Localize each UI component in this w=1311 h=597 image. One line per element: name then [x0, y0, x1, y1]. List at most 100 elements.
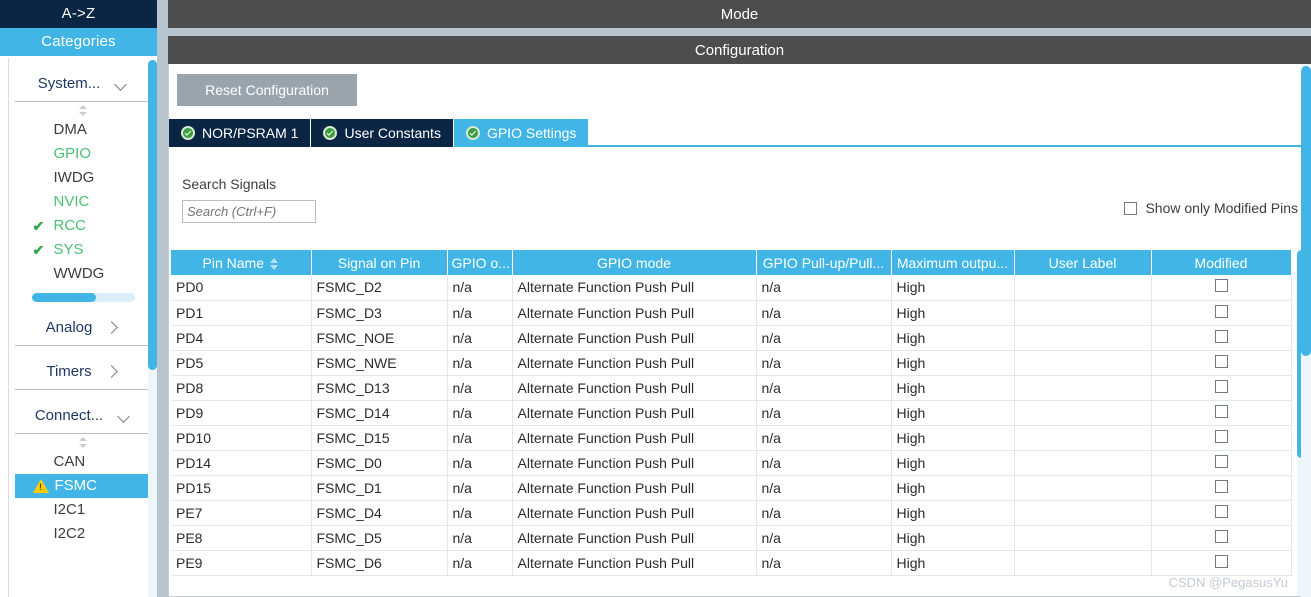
table-row[interactable]: PE8 FSMC_D5 n/a Alternate Function Push Pul…: [171, 525, 1292, 551]
sidebar-tab-categories[interactable]: Categories: [0, 28, 157, 56]
cell-user-label[interactable]: [1014, 400, 1152, 426]
cell-gpio-mode[interactable]: Alternate Function Push Pull: [512, 375, 757, 401]
cell-gpio-output-level[interactable]: n/a: [447, 350, 513, 376]
cell-pin-name[interactable]: PE7: [171, 500, 312, 526]
cell-modified[interactable]: [1151, 450, 1292, 476]
column-header-modified[interactable]: Modified: [1151, 250, 1292, 275]
cell-max-output-speed[interactable]: High: [891, 425, 1015, 451]
cell-gpio-mode[interactable]: Alternate Function Push Pull: [512, 325, 757, 351]
cell-signal-on-pin[interactable]: FSMC_D13: [311, 375, 448, 401]
cell-gpio-mode[interactable]: Alternate Function Push Pull: [512, 550, 757, 576]
sidebar-item-i2c1[interactable]: ✔ I2C1: [15, 498, 152, 522]
modified-checkbox[interactable]: [1214, 554, 1228, 568]
cell-gpio-pull[interactable]: n/a: [756, 300, 892, 326]
cell-max-output-speed[interactable]: High: [891, 500, 1015, 526]
tab-nor-psram-1[interactable]: NOR/PSRAM 1: [169, 119, 312, 147]
table-row[interactable]: PD14 FSMC_D0 n/a Alternate Function Push Pu…: [171, 450, 1292, 476]
cell-gpio-pull[interactable]: n/a: [756, 500, 892, 526]
checkbox-box[interactable]: [1124, 201, 1138, 215]
cell-pin-name[interactable]: PD8: [171, 375, 312, 401]
table-row[interactable]: PD0 FSMC_D2 n/a Alternate Function Push Pul…: [171, 275, 1292, 301]
sidebar-item-dma[interactable]: ✔ DMA: [15, 118, 152, 142]
cell-user-label[interactable]: [1014, 475, 1152, 501]
table-row[interactable]: PD1 FSMC_D3 n/a Alternate Function Push Pul…: [171, 300, 1292, 326]
scrollbar-thumb[interactable]: [148, 60, 157, 370]
cell-user-label[interactable]: [1014, 525, 1152, 551]
cell-pin-name[interactable]: PD15: [171, 475, 312, 501]
cell-modified[interactable]: [1151, 300, 1292, 326]
modified-checkbox[interactable]: [1214, 354, 1228, 368]
cell-modified[interactable]: [1151, 425, 1292, 451]
scrollbar-thumb[interactable]: [31, 293, 96, 302]
cell-user-label[interactable]: [1014, 350, 1152, 376]
cell-gpio-pull[interactable]: n/a: [756, 400, 892, 426]
cell-pin-name[interactable]: PD10: [171, 425, 312, 451]
cell-modified[interactable]: [1151, 475, 1292, 501]
cell-gpio-pull[interactable]: n/a: [756, 525, 892, 551]
modified-checkbox[interactable]: [1214, 329, 1228, 343]
scrollbar-thumb[interactable]: [1301, 66, 1311, 356]
column-header-user-label[interactable]: User Label: [1014, 250, 1152, 275]
cell-gpio-pull[interactable]: n/a: [756, 375, 892, 401]
cell-gpio-mode[interactable]: Alternate Function Push Pull: [512, 300, 757, 326]
modified-checkbox[interactable]: [1214, 429, 1228, 443]
sidebar-item-iwdg[interactable]: ✔ IWDG: [15, 166, 152, 190]
cell-modified[interactable]: [1151, 550, 1292, 576]
sidebar-group-header-analog[interactable]: Analog: [14, 314, 152, 346]
tab-user-constants[interactable]: User Constants: [311, 119, 454, 147]
cell-max-output-speed[interactable]: High: [891, 375, 1015, 401]
show-only-modified-pins-checkbox[interactable]: Show only Modified Pins: [1124, 200, 1298, 216]
cell-signal-on-pin[interactable]: FSMC_D2: [311, 275, 448, 301]
cell-gpio-mode[interactable]: Alternate Function Push Pull: [512, 450, 757, 476]
table-row[interactable]: PD10 FSMC_D15 n/a Alternate Function Push P…: [171, 425, 1292, 451]
cell-pin-name[interactable]: PD0: [171, 275, 312, 301]
cell-pin-name[interactable]: PE8: [171, 525, 312, 551]
cell-gpio-output-level[interactable]: n/a: [447, 450, 513, 476]
cell-pin-name[interactable]: PE9: [171, 550, 312, 576]
cell-signal-on-pin[interactable]: FSMC_D4: [311, 500, 448, 526]
cell-gpio-mode[interactable]: Alternate Function Push Pull: [512, 275, 757, 301]
table-row[interactable]: PD4 FSMC_NOE n/a Alternate Function Push Pu…: [171, 325, 1292, 351]
cell-pin-name[interactable]: PD5: [171, 350, 312, 376]
cell-gpio-mode[interactable]: Alternate Function Push Pull: [512, 500, 757, 526]
cell-gpio-mode[interactable]: Alternate Function Push Pull: [512, 525, 757, 551]
cell-pin-name[interactable]: PD9: [171, 400, 312, 426]
column-header-maximum-output-speed[interactable]: Maximum outpu...: [891, 250, 1015, 275]
cell-user-label[interactable]: [1014, 300, 1152, 326]
cell-pin-name[interactable]: PD4: [171, 325, 312, 351]
sidebar-item-nvic[interactable]: ✔ NVIC: [15, 190, 152, 214]
sidebar-group-header-timers[interactable]: Timers: [14, 358, 152, 390]
column-header-pin-name[interactable]: Pin Name: [171, 250, 312, 275]
table-row[interactable]: PD5 FSMC_NWE n/a Alternate Function Push Pu…: [171, 350, 1292, 376]
cell-gpio-output-level[interactable]: n/a: [447, 375, 513, 401]
cell-gpio-pull[interactable]: n/a: [756, 425, 892, 451]
cell-user-label[interactable]: [1014, 550, 1152, 576]
cell-gpio-output-level[interactable]: n/a: [447, 275, 513, 301]
cell-gpio-output-level[interactable]: n/a: [447, 550, 513, 576]
column-header-gpio-output-level[interactable]: GPIO o...: [447, 250, 513, 275]
cell-signal-on-pin[interactable]: FSMC_D15: [311, 425, 448, 451]
cell-max-output-speed[interactable]: High: [891, 475, 1015, 501]
table-row[interactable]: PD9 FSMC_D14 n/a Alternate Function Push Pu…: [171, 400, 1292, 426]
cell-gpio-output-level[interactable]: n/a: [447, 525, 513, 551]
sidebar-group-header-system[interactable]: System...: [14, 70, 152, 102]
column-header-gpio-mode[interactable]: GPIO mode: [512, 250, 757, 275]
sidebar-item-can[interactable]: ✔ CAN: [15, 450, 152, 474]
table-row[interactable]: PE7 FSMC_D4 n/a Alternate Function Push Pul…: [171, 500, 1292, 526]
sidebar-item-rcc[interactable]: ✔ RCC: [15, 214, 152, 238]
sidebar-item-wwdg[interactable]: ✔ WWDG: [15, 262, 152, 286]
cell-signal-on-pin[interactable]: FSMC_D0: [311, 450, 448, 476]
cell-signal-on-pin[interactable]: FSMC_D1: [311, 475, 448, 501]
cell-gpio-pull[interactable]: n/a: [756, 475, 892, 501]
cell-signal-on-pin[interactable]: FSMC_D3: [311, 300, 448, 326]
cell-max-output-speed[interactable]: High: [891, 550, 1015, 576]
reset-configuration-button[interactable]: Reset Configuration: [177, 74, 357, 106]
cell-gpio-pull[interactable]: n/a: [756, 550, 892, 576]
table-row[interactable]: PE9 FSMC_D6 n/a Alternate Function Push Pul…: [171, 550, 1292, 576]
page-scrollbar[interactable]: [1301, 64, 1311, 597]
cell-gpio-pull[interactable]: n/a: [756, 275, 892, 301]
cell-signal-on-pin[interactable]: FSMC_NWE: [311, 350, 448, 376]
sidebar-item-gpio[interactable]: ✔ GPIO: [15, 142, 152, 166]
cell-user-label[interactable]: [1014, 375, 1152, 401]
table-row[interactable]: PD15 FSMC_D1 n/a Alternate Function Push Pu…: [171, 475, 1292, 501]
